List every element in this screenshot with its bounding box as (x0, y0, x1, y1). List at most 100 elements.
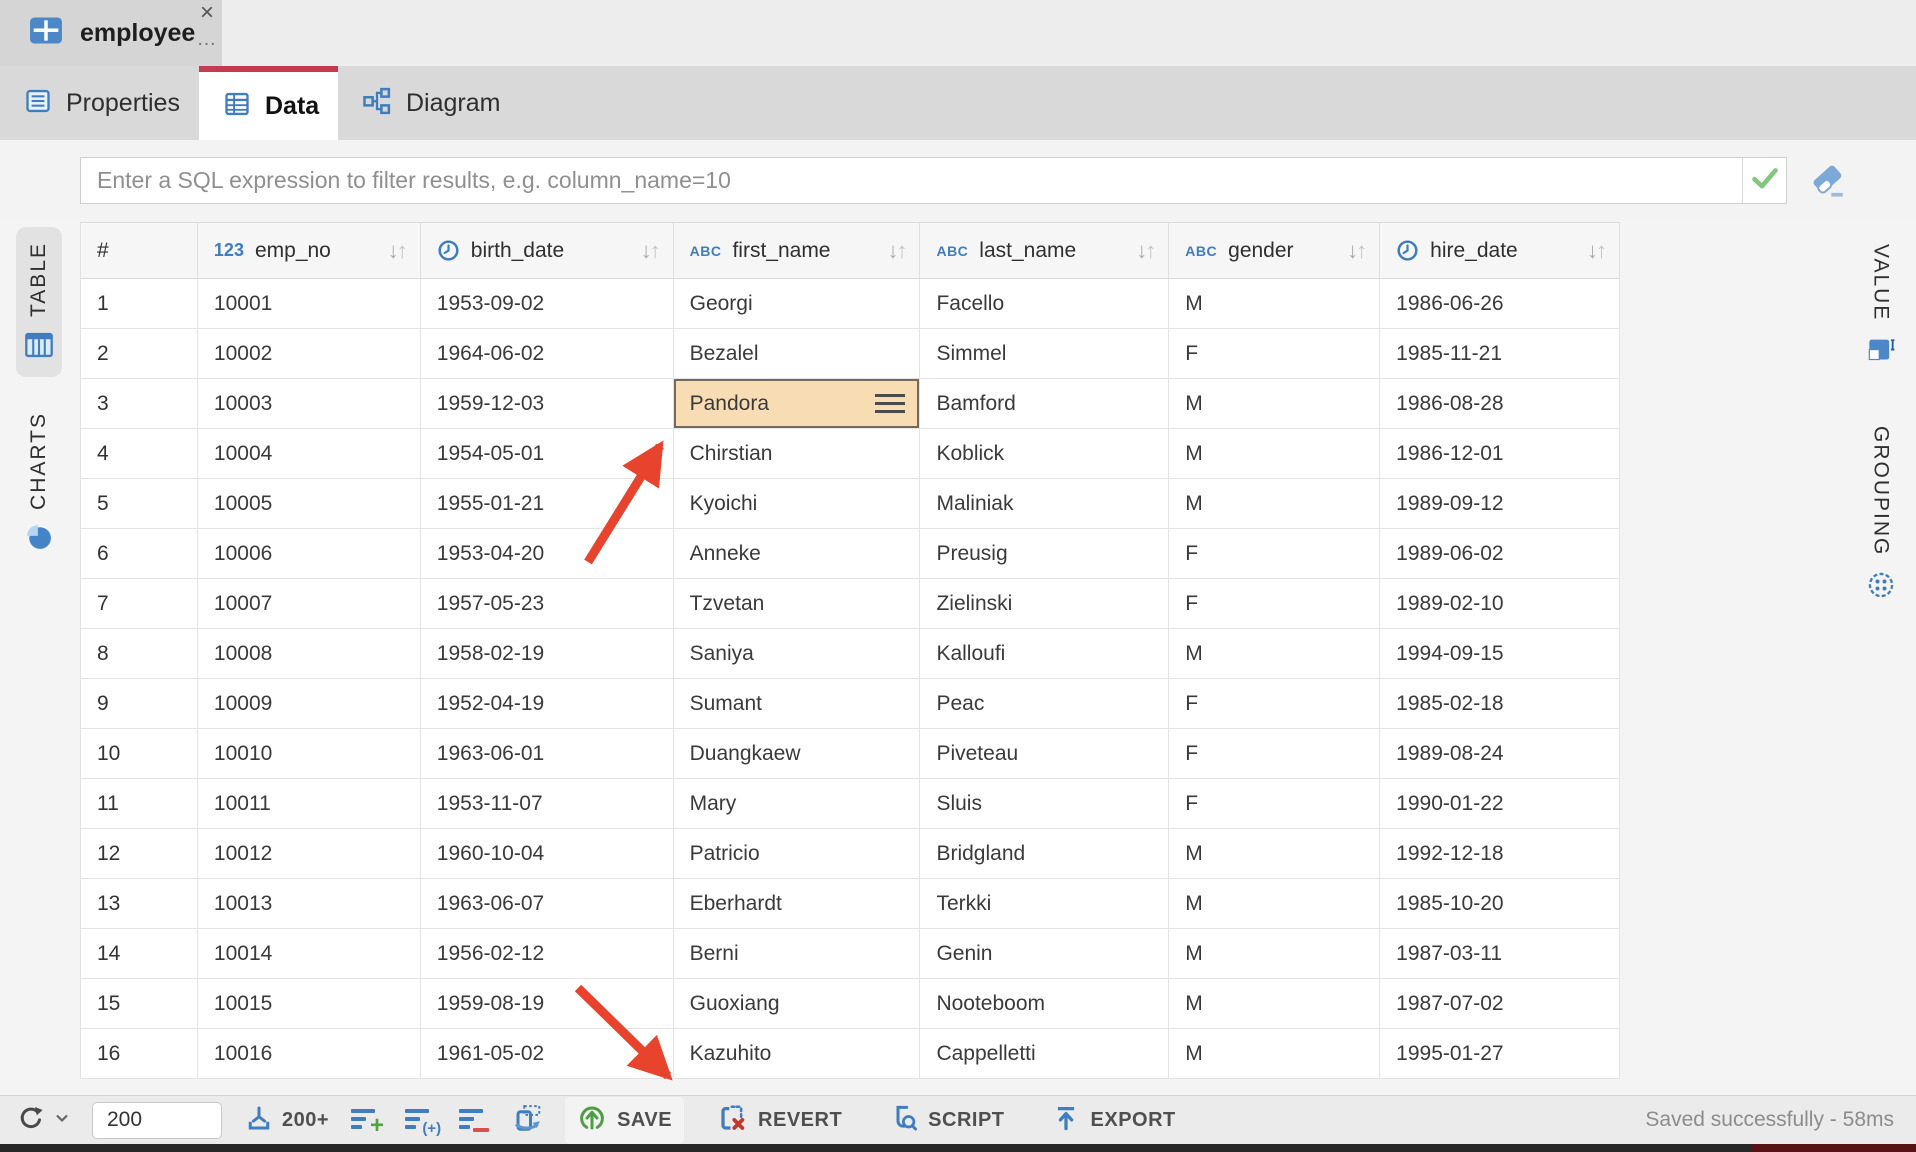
sort-icon[interactable]: ↓↑ (388, 238, 420, 264)
cell[interactable]: Zielinski (920, 579, 1169, 629)
cell[interactable]: 10014 (198, 929, 421, 979)
cell[interactable]: 1959-08-19 (421, 979, 674, 1029)
selected-cell[interactable]: Pandora (674, 379, 921, 429)
duplicate-row-button[interactable]: (+) (405, 1106, 437, 1134)
cell[interactable]: F (1169, 579, 1380, 629)
cell[interactable]: 1953-04-20 (421, 529, 674, 579)
fetch-next-segment-button[interactable]: 200+ (244, 1103, 329, 1138)
cell[interactable]: Guoxiang (674, 979, 921, 1029)
cell[interactable]: 10004 (198, 429, 421, 479)
cell[interactable]: Saniya (674, 629, 921, 679)
cell[interactable]: M (1169, 979, 1380, 1029)
cell[interactable]: 1963-06-01 (421, 729, 674, 779)
cell[interactable]: M (1169, 879, 1380, 929)
cell[interactable]: Genin (920, 929, 1169, 979)
cell[interactable]: 10009 (198, 679, 421, 729)
cell[interactable]: 1994-09-15 (1380, 629, 1620, 679)
cell[interactable]: Maliniak (920, 479, 1169, 529)
cell[interactable]: 1989-02-10 (1380, 579, 1620, 629)
column-header-last_name[interactable]: ABClast_name↓↑ (920, 223, 1169, 279)
cell[interactable]: 10008 (198, 629, 421, 679)
cell[interactable]: 1985-10-20 (1380, 879, 1620, 929)
cell[interactable]: Terkki (920, 879, 1169, 929)
cell[interactable]: Facello (920, 279, 1169, 329)
cell[interactable]: Sluis (920, 779, 1169, 829)
cell[interactable]: 1964-06-02 (421, 329, 674, 379)
entity-tab-employee[interactable]: employee (0, 0, 222, 66)
delete-row-button[interactable] (459, 1106, 491, 1134)
cell[interactable]: Eberhardt (674, 879, 921, 929)
sql-filter-input[interactable] (81, 158, 1742, 203)
rail-item-table[interactable]: TABLE (16, 227, 62, 377)
cell[interactable]: 10012 (198, 829, 421, 879)
cell[interactable]: 1986-12-01 (1380, 429, 1620, 479)
cell[interactable]: Nooteboom (920, 979, 1169, 1029)
add-row-button[interactable]: + (351, 1106, 383, 1134)
column-header-gender[interactable]: ABCgender↓↑ (1169, 223, 1380, 279)
cell[interactable]: Bamford (920, 379, 1169, 429)
cell[interactable]: Tzvetan (674, 579, 921, 629)
sort-icon[interactable]: ↓↑ (1136, 238, 1168, 264)
tab-data[interactable]: Data (199, 66, 338, 140)
cell[interactable]: Simmel (920, 329, 1169, 379)
cell[interactable]: 10007 (198, 579, 421, 629)
cell[interactable]: 10001 (198, 279, 421, 329)
cell[interactable]: 1987-03-11 (1380, 929, 1620, 979)
cell[interactable]: 10013 (198, 879, 421, 929)
sort-icon[interactable]: ↓↑ (887, 238, 919, 264)
cell[interactable]: Patricio (674, 829, 921, 879)
cell[interactable]: Bridgland (920, 829, 1169, 879)
rail-item-value[interactable]: VALUE (1859, 229, 1903, 381)
tab-diagram[interactable]: Diagram (338, 66, 520, 140)
cell[interactable]: 1955-01-21 (421, 479, 674, 529)
column-header-emp_no[interactable]: 123emp_no↓↑ (198, 223, 421, 279)
cell[interactable]: 1990-01-22 (1380, 779, 1620, 829)
rail-item-charts[interactable]: CHARTS (18, 397, 60, 568)
cell[interactable]: M (1169, 379, 1380, 429)
chevron-down-icon[interactable] (54, 1111, 70, 1129)
save-button[interactable]: SAVE (565, 1097, 684, 1144)
cell[interactable]: 1960-10-04 (421, 829, 674, 879)
cell[interactable]: F (1169, 679, 1380, 729)
cell[interactable]: 1985-02-18 (1380, 679, 1620, 729)
cell[interactable]: 1986-08-28 (1380, 379, 1620, 429)
cell[interactable]: 1953-11-07 (421, 779, 674, 829)
tab-properties[interactable]: Properties (0, 66, 199, 140)
cell[interactable]: M (1169, 929, 1380, 979)
cell[interactable]: M (1169, 279, 1380, 329)
sort-icon[interactable]: ↓↑ (1587, 238, 1619, 264)
cell[interactable]: 1953-09-02 (421, 279, 674, 329)
cell-menu-icon[interactable] (875, 394, 905, 413)
cell[interactable]: 1995-01-27 (1380, 1029, 1620, 1079)
export-button[interactable]: EXPORT (1039, 1097, 1188, 1144)
refresh-button[interactable] (16, 1103, 70, 1138)
sort-icon[interactable]: ↓↑ (641, 238, 673, 264)
cell[interactable]: 10002 (198, 329, 421, 379)
cell[interactable]: 1959-12-03 (421, 379, 674, 429)
cell[interactable]: 10006 (198, 529, 421, 579)
tab-overflow-icon[interactable]: … (190, 26, 224, 52)
close-tab-icon[interactable]: × (190, 0, 224, 26)
sort-icon[interactable]: ↓↑ (1347, 238, 1379, 264)
refresh-row-button[interactable] (513, 1103, 543, 1138)
cell[interactable]: M (1169, 829, 1380, 879)
cell[interactable]: F (1169, 779, 1380, 829)
cell[interactable]: 10010 (198, 729, 421, 779)
cell[interactable]: Piveteau (920, 729, 1169, 779)
cell[interactable]: M (1169, 429, 1380, 479)
cell[interactable]: M (1169, 1029, 1380, 1079)
cell[interactable]: 1957-05-23 (421, 579, 674, 629)
column-header-birth_date[interactable]: birth_date↓↑ (421, 223, 674, 279)
cell[interactable]: 1961-05-02 (421, 1029, 674, 1079)
cell[interactable]: Mary (674, 779, 921, 829)
cell[interactable]: 1956-02-12 (421, 929, 674, 979)
cell[interactable]: 10011 (198, 779, 421, 829)
cell[interactable]: Georgi (674, 279, 921, 329)
cell[interactable]: 1985-11-21 (1380, 329, 1620, 379)
cell[interactable]: 1963-06-07 (421, 879, 674, 929)
cell[interactable]: F (1169, 529, 1380, 579)
cell[interactable]: 10003 (198, 379, 421, 429)
cell[interactable]: Bezalel (674, 329, 921, 379)
cell[interactable]: 1952-04-19 (421, 679, 674, 729)
cell[interactable]: Kyoichi (674, 479, 921, 529)
